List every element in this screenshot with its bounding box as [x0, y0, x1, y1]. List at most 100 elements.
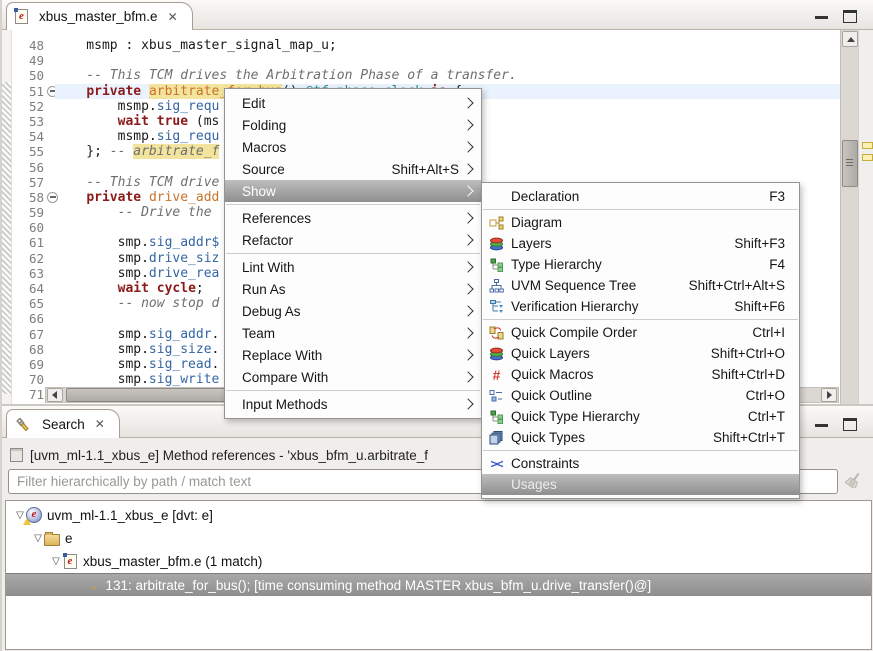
menu-item-label: Quick Layers	[511, 346, 590, 361]
occurrence-marker[interactable]	[862, 154, 873, 161]
submenu-item-constraints[interactable]: ><Constraints	[482, 453, 799, 474]
tree-row-match[interactable]: → 131: arbitrate_for_bus(); [time consum…	[6, 573, 871, 596]
menu-shortcut: Ctrl+O	[746, 388, 791, 403]
submenu-item-usages[interactable]: Usages	[482, 474, 799, 495]
menu-item-label: Quick Compile Order	[511, 325, 637, 340]
chevron-right-icon	[462, 212, 473, 223]
submenu-item-quick-types[interactable]: Quick TypesShift+Ctrl+T	[482, 427, 799, 448]
submenu-item-verification-hierarchy[interactable]: Verification HierarchyShift+F6	[482, 296, 799, 317]
submenu-item-type-hierarchy[interactable]: Type HierarchyF4	[482, 254, 799, 275]
menu-shortcut: Shift+Ctrl+T	[713, 430, 791, 445]
scroll-right-icon[interactable]	[821, 388, 837, 402]
scroll-up-icon[interactable]	[842, 31, 858, 47]
editor-maximize-button[interactable]	[843, 10, 857, 23]
scroll-left-icon[interactable]	[47, 388, 63, 402]
menu-item-label: Show	[242, 184, 276, 199]
line-number: 64	[12, 281, 44, 296]
chevron-right-icon	[462, 97, 473, 108]
code-line-50[interactable]: -- This TCM drives the Arbitration Phase…	[55, 68, 873, 83]
submenu-item-declaration[interactable]: DeclarationF3	[482, 186, 799, 207]
menu-item-folding[interactable]: Folding	[225, 114, 481, 136]
menu-shortcut: Shift+Ctrl+D	[711, 367, 791, 382]
occurrence-marker[interactable]	[862, 142, 873, 149]
tree-row-folder[interactable]: ▽ e	[6, 527, 871, 549]
menu-item-show[interactable]: Show	[225, 180, 481, 202]
submenu-item-uvm-sequence-tree[interactable]: UVM Sequence Tree Shift+Ctrl+Alt+S	[482, 275, 799, 296]
editor-minimize-button[interactable]	[815, 10, 828, 19]
menu-separator	[483, 450, 798, 451]
search-tab-close-icon[interactable]: ✕	[95, 417, 105, 431]
submenu-item-layers[interactable]: LayersShift+F3	[482, 233, 799, 254]
menu-item-source[interactable]: SourceShift+Alt+S	[225, 158, 481, 180]
line-number: 67	[12, 327, 44, 342]
match-arrow-icon: →	[86, 578, 100, 593]
search-scope-icon	[10, 448, 23, 462]
no-icon	[488, 189, 505, 204]
layers-icon	[488, 236, 505, 251]
line-number: 52	[12, 99, 44, 114]
search-result-header: [uvm_ml-1.1_xbus_e] Method references - …	[10, 446, 428, 464]
editor-tabbar: e xbus_master_bfm.e ✕	[2, 0, 873, 30]
menu-shortcut: Shift+Ctrl+Alt+S	[689, 278, 791, 293]
menu-item-team[interactable]: Team	[225, 322, 481, 344]
search-maximize-button[interactable]	[843, 418, 857, 431]
expand-arrow-icon[interactable]: ▽	[50, 556, 62, 567]
tree-row-file[interactable]: ▽ e xbus_master_bfm.e (1 match)	[6, 550, 871, 572]
chevron-right-icon	[462, 141, 473, 152]
menu-item-input-methods[interactable]: Input Methods	[225, 393, 481, 415]
vertical-scrollbar[interactable]	[840, 30, 858, 404]
submenu-item-quick-layers[interactable]: Quick LayersShift+Ctrl+O	[482, 343, 799, 364]
menu-item-lint-with[interactable]: Lint With	[225, 256, 481, 278]
menu-item-edit[interactable]: Edit	[225, 92, 481, 114]
menu-separator	[226, 253, 480, 254]
code-line-48[interactable]: msmp : xbus_master_signal_map_u;	[55, 38, 873, 53]
context-menu: EditFoldingMacrosSourceShift+Alt+S Show Re…	[224, 88, 482, 419]
tree-row-project[interactable]: ▽ e uvm_ml-1.1_xbus_e [dvt: e]	[6, 504, 871, 526]
line-number: 55	[12, 144, 44, 159]
chevron-right-icon	[462, 119, 473, 130]
search-minimize-button[interactable]	[815, 418, 828, 427]
menu-item-refactor[interactable]: Refactor	[225, 229, 481, 251]
submenu-item-quick-type-hierarchy[interactable]: Quick Type HierarchyCtrl+T	[482, 406, 799, 427]
chevron-right-icon	[462, 283, 473, 294]
layers-icon	[488, 346, 505, 361]
expand-arrow-icon[interactable]: ▽	[32, 533, 44, 544]
menu-item-label: Lint With	[242, 260, 295, 275]
editor-tab[interactable]: e xbus_master_bfm.e ✕	[6, 2, 193, 30]
menu-item-label: Team	[242, 326, 275, 341]
e-file-icon: e	[62, 553, 78, 569]
vertical-scroll-thumb[interactable]	[842, 140, 858, 187]
submenu-item-diagram[interactable]: Diagram	[482, 212, 799, 233]
clear-filter-icon[interactable]	[845, 472, 863, 491]
search-torch-icon	[15, 416, 31, 432]
line-number: 65	[12, 296, 44, 311]
menu-separator	[226, 204, 480, 205]
search-query-label: [uvm_ml-1.1_xbus_e] Method references - …	[30, 448, 428, 463]
code-line-49[interactable]	[55, 53, 873, 68]
menu-item-macros[interactable]: Macros	[225, 136, 481, 158]
menu-item-label: Refactor	[242, 233, 293, 248]
menu-item-label: Declaration	[511, 189, 579, 204]
menu-item-label: UVM Sequence Tree	[511, 278, 636, 293]
submenu-item-quick-compile-order[interactable]: Quick Compile OrderCtrl+I	[482, 322, 799, 343]
menu-item-replace-with[interactable]: Replace With	[225, 344, 481, 366]
editor-tab-close-icon[interactable]: ✕	[168, 10, 178, 24]
search-tab[interactable]: Search ✕	[6, 409, 120, 438]
line-number: 71	[12, 387, 44, 402]
menu-item-label: Input Methods	[242, 397, 328, 412]
menu-item-references[interactable]: References	[225, 207, 481, 229]
menu-separator	[483, 209, 798, 210]
menu-item-label: Quick Type Hierarchy	[511, 409, 640, 424]
verification-hierarchy-icon	[488, 299, 505, 314]
tree-row-label: xbus_master_bfm.e (1 match)	[83, 554, 262, 569]
marker-strip	[2, 30, 12, 404]
menu-item-debug-as[interactable]: Debug As	[225, 300, 481, 322]
submenu-item-quick-outline[interactable]: Quick OutlineCtrl+O	[482, 385, 799, 406]
menu-item-compare-with[interactable]: Compare With	[225, 366, 481, 388]
line-number: 66	[12, 311, 44, 326]
chevron-right-icon	[462, 398, 473, 409]
chevron-right-icon	[462, 305, 473, 316]
chevron-right-icon	[462, 185, 473, 196]
menu-item-run-as[interactable]: Run As	[225, 278, 481, 300]
submenu-item-quick-macros[interactable]: #Quick MacrosShift+Ctrl+D	[482, 364, 799, 385]
